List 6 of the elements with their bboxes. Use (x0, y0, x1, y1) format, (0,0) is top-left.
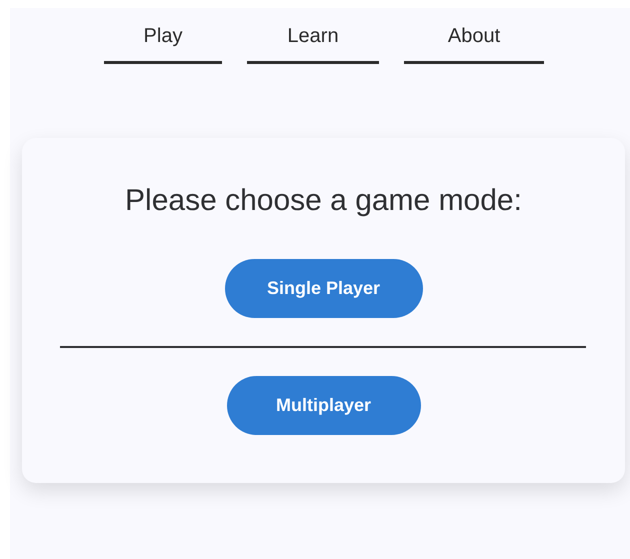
nav-link[interactable]: Play (104, 18, 222, 64)
nav-link[interactable]: Learn (247, 18, 379, 64)
mode-button[interactable]: Single Player (224, 259, 422, 318)
nav-link[interactable]: About (404, 18, 544, 64)
mode-button[interactable]: Multiplayer (226, 376, 420, 435)
card-title: Please choose a game mode: (125, 183, 522, 219)
